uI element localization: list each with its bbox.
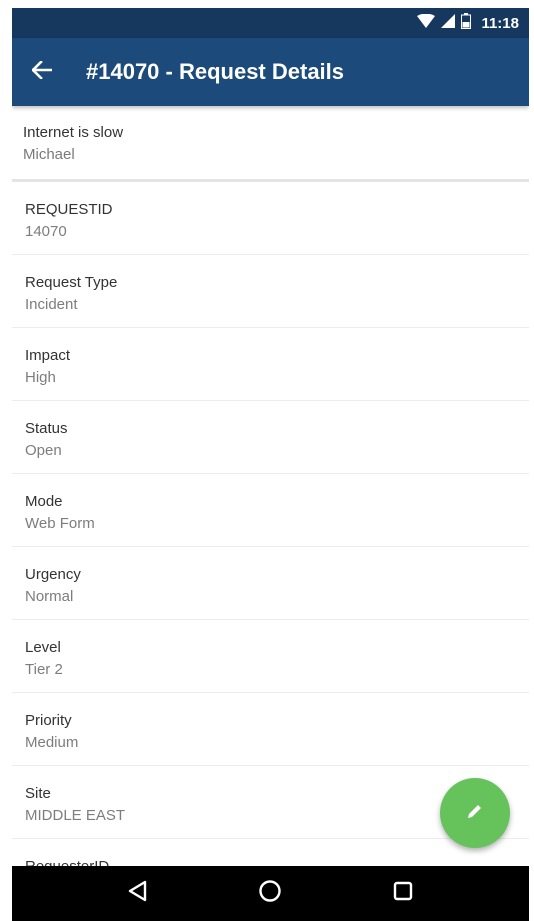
status-bar: 11:18	[12, 8, 529, 38]
field-row: Status Open	[12, 401, 529, 474]
top-strip	[12, 0, 529, 8]
app-bar: #14070 - Request Details	[12, 38, 529, 106]
field-label: Impact	[25, 347, 71, 364]
edit-fab-button[interactable]	[440, 778, 510, 848]
request-subject: Internet is slow	[23, 124, 124, 141]
recents-square-icon	[393, 881, 413, 906]
device-frame: 11:18 #14070 - Request Details Internet …	[0, 0, 534, 921]
field-row: Impact High	[12, 328, 529, 401]
left-margin	[0, 0, 12, 921]
back-triangle-icon	[128, 880, 148, 907]
field-value: Tier 2	[25, 661, 63, 678]
signal-icon	[441, 13, 456, 33]
arrow-left-icon	[31, 59, 53, 84]
nav-home-button[interactable]	[240, 866, 300, 921]
field-label: Level	[25, 639, 61, 656]
field-label: Status	[25, 420, 68, 437]
system-nav-bar	[12, 866, 529, 921]
wifi-icon	[417, 13, 436, 33]
field-value: High	[25, 369, 56, 386]
page-title: #14070 - Request Details	[86, 59, 345, 84]
field-value: Medium	[25, 734, 79, 751]
home-circle-icon	[258, 879, 282, 908]
back-button[interactable]	[12, 38, 72, 106]
status-time: 11:18	[481, 14, 519, 32]
battery-icon	[461, 12, 472, 34]
field-row: Request Type Incident	[12, 255, 529, 328]
field-value: Open	[25, 442, 62, 459]
requester-name: Michael	[23, 146, 75, 163]
field-label: Urgency	[25, 566, 81, 583]
field-label: Mode	[25, 493, 63, 510]
pencil-icon	[465, 801, 485, 826]
right-margin	[529, 0, 534, 921]
field-value: Web Form	[25, 515, 95, 532]
field-row: Mode Web Form	[12, 474, 529, 547]
field-row: RequesterID	[12, 839, 529, 866]
request-summary: Internet is slow Michael	[12, 106, 529, 182]
field-label: RequesterID	[25, 857, 516, 866]
field-value: 14070	[25, 223, 67, 240]
field-row: REQUESTID 14070	[12, 182, 529, 255]
nav-recents-button[interactable]	[373, 866, 433, 921]
field-row: Urgency Normal	[12, 547, 529, 620]
field-label: Priority	[25, 712, 72, 729]
status-icons: 11:18	[417, 12, 519, 34]
details-content[interactable]: Internet is slow Michael REQUESTID 14070…	[12, 106, 529, 866]
field-value: Normal	[25, 588, 74, 605]
nav-back-button[interactable]	[108, 866, 168, 921]
field-row: Level Tier 2	[12, 620, 529, 693]
field-label: REQUESTID	[25, 201, 113, 218]
screen: 11:18 #14070 - Request Details Internet …	[12, 0, 529, 921]
field-label: Request Type	[25, 274, 118, 291]
field-value: Incident	[25, 296, 78, 313]
field-row: Priority Medium	[12, 693, 529, 766]
